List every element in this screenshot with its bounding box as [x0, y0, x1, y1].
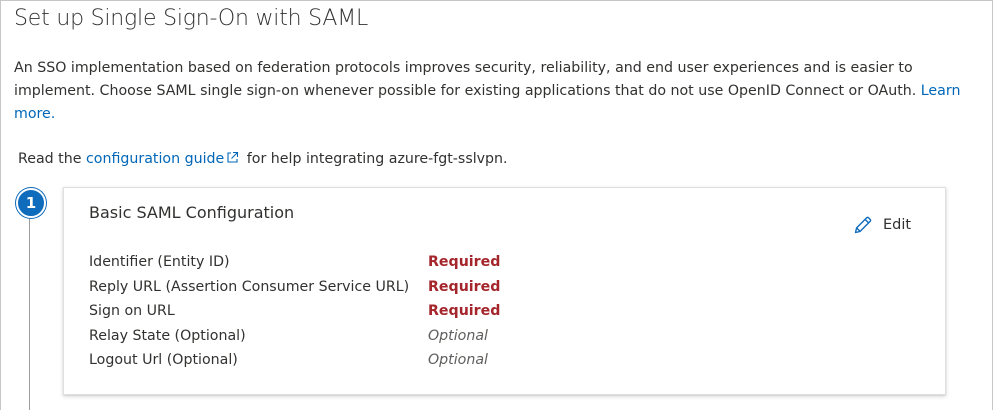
pencil-icon — [854, 216, 872, 234]
page-title: Set up Single Sign-On with SAML — [14, 6, 369, 31]
edit-button[interactable]: Edit — [852, 213, 911, 237]
field-label: Reply URL (Assertion Consumer Service UR… — [89, 278, 410, 295]
read-suffix: for help integrating azure-fgt-sslvpn. — [246, 151, 508, 167]
field-label: Sign on URL — [89, 303, 175, 319]
configuration-guide-link[interactable]: configuration guide — [86, 151, 224, 167]
field-status: Required — [428, 303, 501, 319]
field-label: Relay State (Optional) — [89, 327, 246, 344]
edit-label: Edit — [883, 217, 912, 233]
card-title: Basic SAML Configuration — [89, 203, 295, 222]
basic-saml-configuration-card: Basic SAML Configuration Edit Identifier… — [63, 187, 946, 395]
external-link-icon[interactable] — [226, 150, 239, 170]
intro-paragraph: An SSO implementation based on federatio… — [14, 57, 979, 126]
intro-text: An SSO implementation based on federatio… — [14, 60, 917, 99]
field-label: Logout Url (Optional) — [89, 352, 238, 368]
field-status: Optional — [428, 352, 488, 368]
field-status: Required — [428, 254, 501, 270]
field-status: Required — [428, 278, 501, 295]
read-prefix: Read the — [18, 151, 82, 167]
field-status: Optional — [428, 327, 488, 344]
configuration-guide-line: Read the configuration guide for help in… — [18, 149, 508, 170]
step-number-badge: 1 — [16, 188, 46, 218]
field-label: Identifier (Entity ID) — [89, 254, 230, 270]
step-connector-line — [29, 210, 30, 410]
